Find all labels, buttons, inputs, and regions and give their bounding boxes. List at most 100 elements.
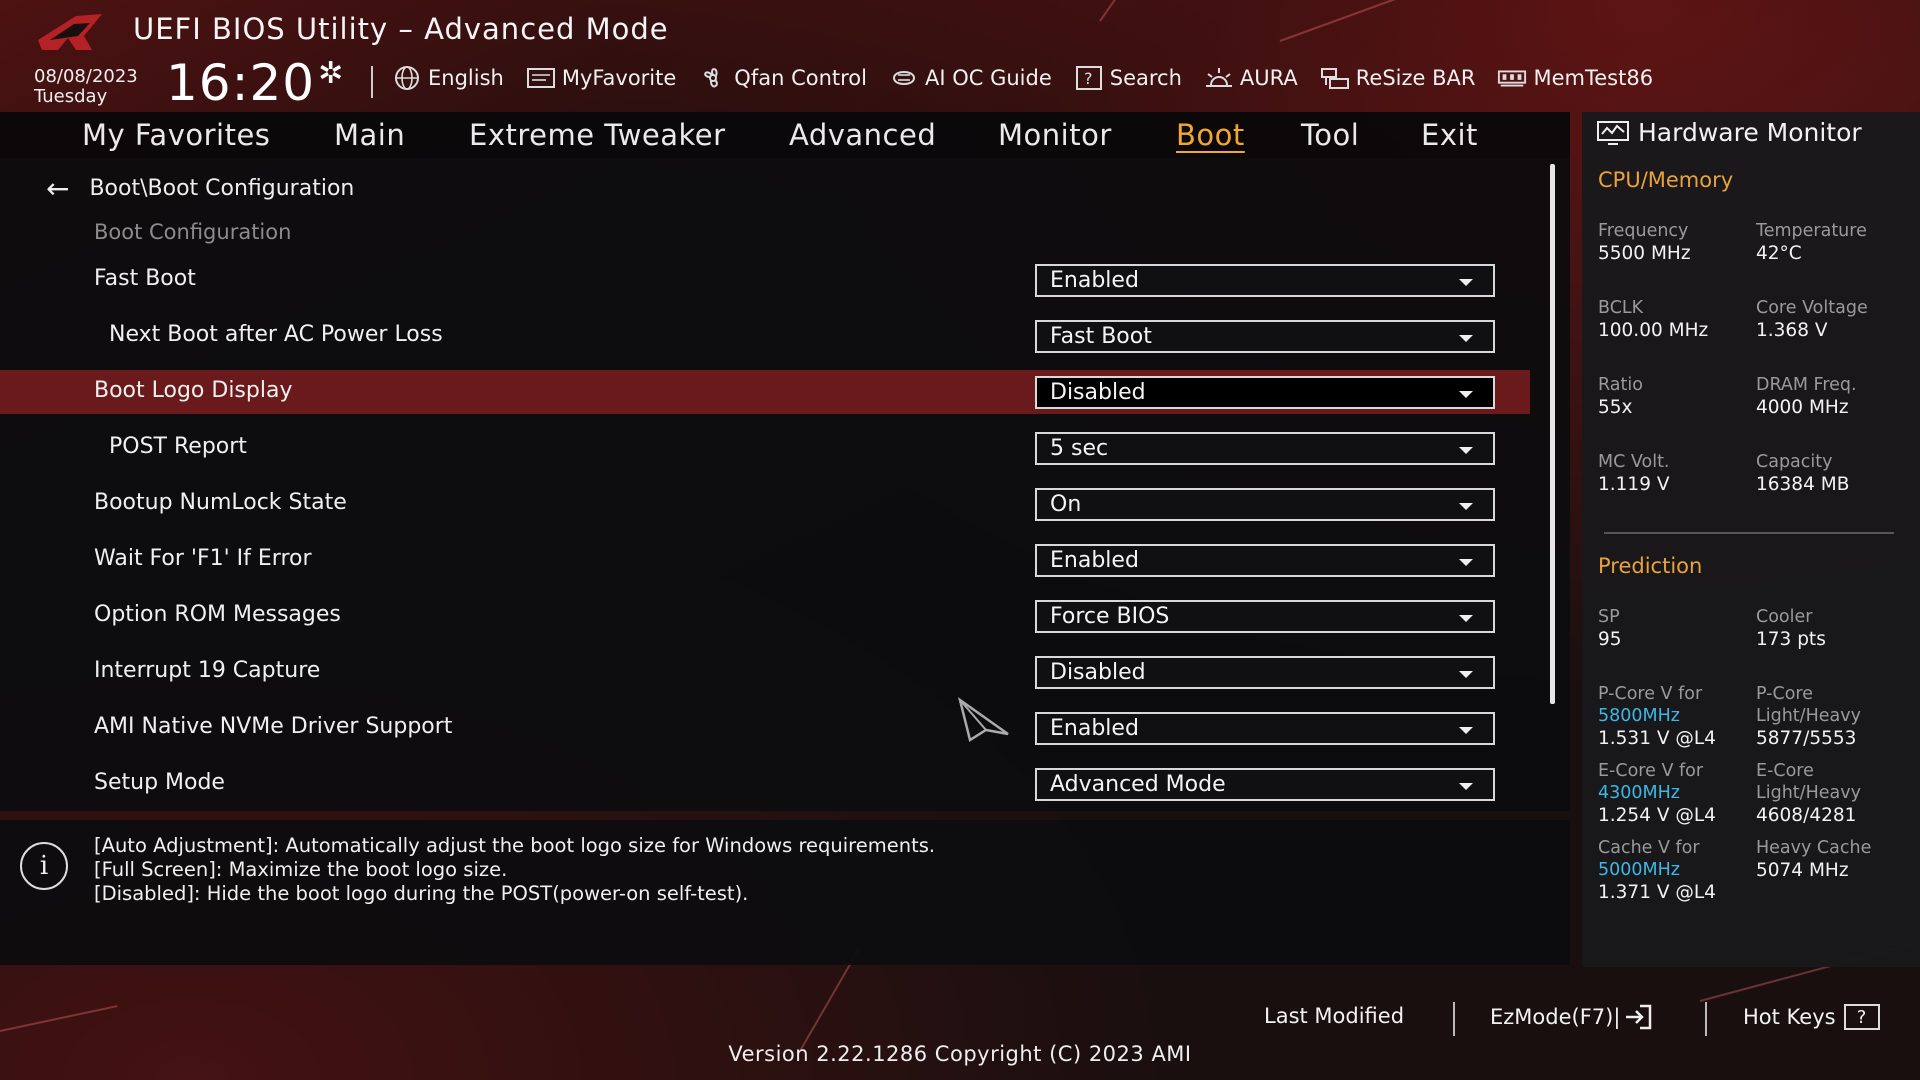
breadcrumb: ← Boot\Boot Configuration xyxy=(46,172,354,205)
setting-label: Next Boot after AC Power Loss xyxy=(109,322,443,347)
hot-keys-button[interactable]: Hot Keys ? xyxy=(1743,1004,1880,1030)
hw-cache-v: Cache V for 5000MHz 1.371 V @L4 xyxy=(1598,837,1758,905)
resize-bar-icon xyxy=(1320,64,1350,92)
setting-dropdown[interactable]: Disabled xyxy=(1035,656,1495,689)
setting-label: Fast Boot xyxy=(94,266,196,291)
tab-exit[interactable]: Exit xyxy=(1421,118,1478,152)
search-button[interactable]: ? Search xyxy=(1074,64,1182,92)
hw-label: E-Core V for xyxy=(1598,761,1704,781)
memory-icon xyxy=(1497,64,1527,92)
hw-label: Cache V for xyxy=(1598,838,1700,858)
hw-value: 5074 MHz xyxy=(1756,860,1849,881)
tab-tool[interactable]: Tool xyxy=(1301,118,1359,152)
tab-monitor[interactable]: Monitor xyxy=(998,118,1112,152)
hw-label: DRAM Freq. xyxy=(1756,375,1857,395)
search-label: Search xyxy=(1109,66,1182,90)
resize-bar-button[interactable]: ReSize BAR xyxy=(1320,64,1475,92)
hw-divider xyxy=(1604,532,1894,534)
memtest86-label: MemTest86 xyxy=(1533,66,1654,90)
tab-my-favorites[interactable]: My Favorites xyxy=(82,118,270,152)
hw-capacity: Capacity 16384 MB xyxy=(1756,451,1916,497)
last-modified-label: Last Modified xyxy=(1264,1004,1405,1028)
memtest86-button[interactable]: MemTest86 xyxy=(1497,64,1653,92)
setting-dropdown[interactable]: 5 sec xyxy=(1035,432,1495,465)
hw-label: Heavy Cache xyxy=(1756,838,1872,858)
tab-boot[interactable]: Boot xyxy=(1176,118,1245,152)
help-panel: i [Auto Adjustment]: Automatically adjus… xyxy=(0,820,1570,965)
hw-ecore-v: E-Core V for 4300MHz 1.254 V @L4 xyxy=(1598,760,1758,828)
setting-row-wait-for-f1[interactable]: Wait For 'F1' If Error Enabled xyxy=(0,538,1530,582)
english-button[interactable]: English xyxy=(392,64,504,92)
setting-row-interrupt-19-capture[interactable]: Interrupt 19 Capture Disabled xyxy=(0,650,1530,694)
help-line: [Disabled]: Hide the boot logo during th… xyxy=(94,882,749,905)
setting-row-fast-boot[interactable]: Fast Boot Enabled xyxy=(0,258,1530,302)
setting-row-ami-nvme-driver[interactable]: AMI Native NVMe Driver Support Enabled xyxy=(0,706,1530,750)
hw-value: 1.368 V xyxy=(1756,320,1828,341)
ai-oc-guide-button[interactable]: AI OC Guide xyxy=(889,64,1052,92)
hw-value: 1.254 V @L4 xyxy=(1598,805,1716,826)
setting-row-next-boot-ac-power-loss[interactable]: Next Boot after AC Power Loss Fast Boot xyxy=(0,314,1530,358)
setting-dropdown[interactable]: Enabled xyxy=(1035,264,1495,297)
aura-button[interactable]: AURA xyxy=(1204,64,1298,92)
hw-cooler: Cooler 173 pts xyxy=(1756,606,1916,652)
hw-value: 4608/4281 xyxy=(1756,805,1857,826)
hw-label: Temperature xyxy=(1756,221,1867,241)
app-title: UEFI BIOS Utility – Advanced Mode xyxy=(133,12,669,46)
hw-value: 100.00 MHz xyxy=(1598,320,1709,341)
fan-icon xyxy=(698,64,728,92)
setting-label: POST Report xyxy=(109,434,247,459)
info-icon: i xyxy=(20,842,68,890)
setting-dropdown[interactable]: Enabled xyxy=(1035,544,1495,577)
tab-main[interactable]: Main xyxy=(334,118,405,152)
setting-dropdown[interactable]: Advanced Mode xyxy=(1035,768,1495,801)
caret-down-icon xyxy=(1459,335,1473,342)
hw-freq: 5800MHz xyxy=(1598,706,1680,726)
gear-icon[interactable]: ✲ xyxy=(318,56,343,91)
caret-down-icon xyxy=(1459,727,1473,734)
prediction-heading: Prediction xyxy=(1598,554,1703,578)
setting-dropdown[interactable]: Disabled xyxy=(1035,376,1495,409)
setting-row-boot-logo-display[interactable]: Boot Logo Display Disabled xyxy=(0,370,1530,414)
hw-value: 55x xyxy=(1598,397,1633,418)
hw-value: 4000 MHz xyxy=(1756,397,1849,418)
hw-label: Ratio xyxy=(1598,375,1643,395)
last-modified-button[interactable]: Last Modified xyxy=(1264,1004,1404,1028)
hw-core-voltage: Core Voltage 1.368 V xyxy=(1756,297,1916,343)
setting-row-bootup-numlock-state[interactable]: Bootup NumLock State On xyxy=(0,482,1530,526)
ezmode-label: EzMode(F7)| xyxy=(1490,1005,1621,1029)
hw-label: E-Core xyxy=(1756,761,1814,781)
dropdown-value: Force BIOS xyxy=(1050,604,1170,629)
hw-label: Capacity xyxy=(1756,452,1833,472)
aura-label: AURA xyxy=(1239,66,1298,90)
caret-down-icon xyxy=(1459,783,1473,790)
back-arrow-icon[interactable]: ← xyxy=(46,172,69,205)
setting-dropdown[interactable]: On xyxy=(1035,488,1495,521)
english-label: English xyxy=(428,66,504,90)
setting-row-option-rom-messages[interactable]: Option ROM Messages Force BIOS xyxy=(0,594,1530,638)
setting-dropdown[interactable]: Fast Boot xyxy=(1035,320,1495,353)
dropdown-value: Disabled xyxy=(1050,380,1146,405)
exit-arrow-icon xyxy=(1624,1004,1652,1030)
ezmode-button[interactable]: EzMode(F7)| xyxy=(1490,1004,1652,1030)
hw-value: 16384 MB xyxy=(1756,474,1850,495)
date: 08/08/2023 xyxy=(34,66,138,87)
qfan-control-button[interactable]: Qfan Control xyxy=(698,64,867,92)
tab-advanced[interactable]: Advanced xyxy=(789,118,936,152)
setting-row-post-report[interactable]: POST Report 5 sec xyxy=(0,426,1530,470)
dropdown-value: Fast Boot xyxy=(1050,324,1152,349)
caret-down-icon xyxy=(1459,615,1473,622)
rog-logo xyxy=(38,14,102,50)
scrollbar[interactable] xyxy=(1550,164,1555,704)
caret-down-icon xyxy=(1459,447,1473,454)
myfavorite-button[interactable]: MyFavorite xyxy=(526,64,676,92)
hw-value: 1.119 V xyxy=(1598,474,1670,495)
setting-dropdown[interactable]: Force BIOS xyxy=(1035,600,1495,633)
hw-freq: 5000MHz xyxy=(1598,860,1680,880)
mouse-cursor-icon xyxy=(957,697,1009,742)
caret-down-icon xyxy=(1459,671,1473,678)
setting-label: Setup Mode xyxy=(94,770,225,795)
setting-dropdown[interactable]: Enabled xyxy=(1035,712,1495,745)
dropdown-value: Enabled xyxy=(1050,716,1139,741)
setting-row-setup-mode[interactable]: Setup Mode Advanced Mode xyxy=(0,762,1530,806)
tab-extreme-tweaker[interactable]: Extreme Tweaker xyxy=(469,118,726,152)
